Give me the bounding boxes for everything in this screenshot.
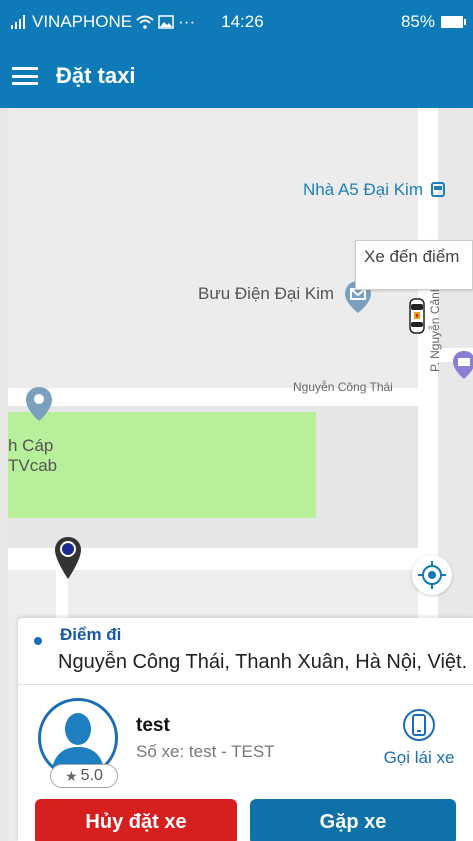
vehicle-plate: Số xe: test - TEST (136, 742, 275, 761)
menu-icon[interactable] (12, 67, 38, 85)
call-driver-button[interactable]: Gọi lái xe (374, 708, 464, 768)
battery-status: 85% (400, 12, 466, 32)
map-road (8, 388, 473, 406)
battery-icon (441, 16, 466, 28)
battery-percent: 85% (400, 12, 435, 31)
origin-dot-icon (34, 637, 42, 645)
my-location-button[interactable] (412, 555, 452, 595)
origin-address[interactable]: Nguyễn Công Thái, Thanh Xuân, Hà Nội, Vi… (58, 651, 468, 674)
driver-rating: 5.0 (80, 767, 103, 784)
poi-label-a5: Nhà A5 Đại Kim (303, 180, 423, 199)
poi-label-post-office: Bưu Điện Đại Kim (198, 284, 335, 303)
carrier-name: VINAPHONE (32, 12, 133, 31)
origin-label: Điểm đi (60, 625, 122, 644)
cinema-poi-icon (453, 351, 473, 379)
booking-card: Điểm đi Nguyễn Công Thái, Thanh Xuân, Hà… (18, 618, 473, 841)
meet-car-button[interactable]: Gặp xe (250, 799, 456, 841)
status-bar: VINAPHONE ··· 14:26 85% (0, 0, 473, 44)
bus-stop-icon (431, 182, 445, 197)
image-icon (158, 15, 174, 29)
poi-pin-icon (26, 387, 52, 421)
signal-icon (11, 15, 25, 29)
driver-name: test (136, 715, 170, 736)
car-arrival-tooltip: Xe đến điểm (355, 240, 473, 290)
crosshair-icon (418, 561, 446, 589)
carrier-info: VINAPHONE ··· (10, 12, 195, 32)
origin-marker-icon (55, 537, 81, 579)
cancel-booking-button[interactable]: Hủy đặt xe (35, 799, 237, 841)
star-icon: ★ (65, 767, 78, 784)
clock: 14:26 (221, 12, 264, 31)
street-label-nguyen-cong-thai: Nguyễn Công Thái (293, 380, 393, 394)
poi-label-tvcab-line1: h Cáp (8, 436, 54, 455)
call-driver-label: Gọi lái xe (383, 748, 455, 767)
wifi-icon (136, 15, 154, 29)
phone-icon (403, 709, 435, 741)
more-notifications: ··· (178, 12, 196, 31)
taxi-car-icon (409, 298, 425, 334)
divider (18, 684, 473, 685)
app-bar: Đặt taxi (0, 44, 473, 108)
poi-label-tvcab: h Cáp TVcab (8, 436, 57, 476)
poi-label-tvcab-line2: TVcab (8, 456, 58, 475)
page-title: Đặt taxi (56, 63, 136, 88)
driver-rating-badge: ★ 5.0 (50, 764, 118, 788)
